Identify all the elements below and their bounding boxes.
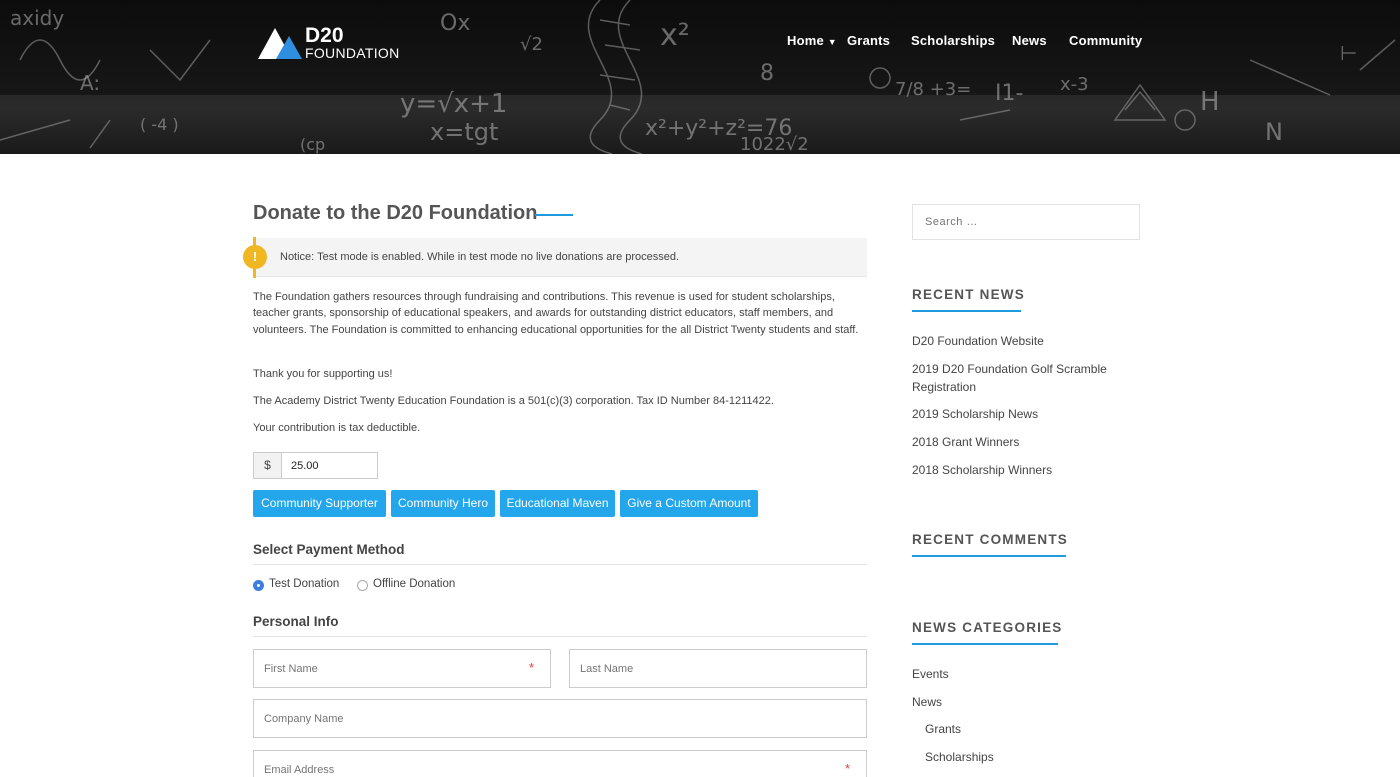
warning-icon: !: [243, 245, 267, 269]
svg-text:7/8 +3=: 7/8 +3=: [895, 79, 971, 100]
nav-home[interactable]: Home ▼: [787, 33, 837, 48]
svg-text:8: 8: [760, 61, 774, 86]
svg-text:x=tgt: x=tgt: [430, 118, 498, 146]
page-title: Donate to the D20 Foundation: [253, 202, 538, 224]
recent-news-item[interactable]: 2018 Scholarship Winners: [912, 462, 1140, 480]
radio-offline-donation-label[interactable]: Offline Donation: [373, 578, 455, 590]
intro-paragraph: The Foundation gathers resources through…: [253, 291, 859, 336]
recent-news-title: RECENT NEWS: [912, 287, 1025, 302]
level-custom-amount-button[interactable]: Give a Custom Amount: [620, 490, 758, 517]
svg-text:⊢: ⊢: [1340, 41, 1357, 65]
company-name-field[interactable]: [253, 699, 867, 738]
svg-text:x²: x²: [660, 18, 690, 53]
donation-amount-field: $: [253, 452, 378, 479]
nav-news[interactable]: News: [1012, 33, 1047, 48]
personal-info-divider: [253, 636, 867, 637]
chevron-down-icon: ▼: [827, 37, 837, 47]
last-name-field[interactable]: [569, 649, 867, 688]
email-field[interactable]: [253, 750, 867, 777]
tax-id-paragraph: The Academy District Twenty Education Fo…: [253, 395, 774, 407]
level-community-supporter-button[interactable]: Community Supporter: [253, 490, 386, 517]
recent-news-item[interactable]: 2019 Scholarship News: [912, 406, 1140, 424]
nav-grants[interactable]: Grants: [847, 33, 890, 48]
recent-comments-title: RECENT COMMENTS: [912, 532, 1068, 547]
category-news[interactable]: News: [912, 694, 1140, 712]
nav-scholarships[interactable]: Scholarships: [911, 33, 995, 48]
brand-subtitle: FOUNDATION: [305, 45, 400, 61]
radio-test-donation-label[interactable]: Test Donation: [269, 578, 339, 590]
recent-news-item[interactable]: D20 Foundation Website: [912, 333, 1140, 351]
recent-news-underline: [912, 310, 1021, 312]
email-required-mark: *: [845, 761, 851, 776]
first-name-required-mark: *: [529, 660, 535, 675]
deductible-paragraph: Your contribution is tax deductible.: [253, 422, 421, 434]
site-header: y=√x+1 x=tgt x²+y²+z²=76 1022√2 x² 8 7/8…: [0, 0, 1400, 154]
svg-text:( -4 ): ( -4 ): [140, 115, 179, 134]
recent-news-item[interactable]: 2018 Grant Winners: [912, 434, 1140, 452]
logo-triangle-icon: [258, 28, 302, 59]
notice-text: Notice: Test mode is enabled. While in t…: [280, 251, 680, 263]
category-events[interactable]: Events: [912, 666, 1140, 684]
personal-info-title: Personal Info: [253, 614, 339, 629]
category-grants[interactable]: Grants: [925, 721, 1153, 739]
currency-symbol: $: [254, 453, 282, 478]
payment-divider: [253, 564, 867, 565]
svg-text:√2: √2: [520, 34, 543, 55]
recent-comments-underline: [912, 555, 1066, 557]
donation-amount-input[interactable]: [283, 453, 377, 478]
news-categories-title: NEWS CATEGORIES: [912, 620, 1063, 635]
svg-text:axidy: axidy: [10, 6, 64, 30]
nav-home-label: Home: [787, 33, 824, 48]
svg-text:H: H: [1200, 87, 1220, 117]
svg-text:N: N: [1265, 118, 1283, 146]
news-categories-underline: [912, 643, 1058, 645]
svg-text:I1-: I1-: [995, 81, 1023, 106]
level-community-hero-button[interactable]: Community Hero: [391, 490, 495, 517]
svg-text:y=√x+1: y=√x+1: [400, 89, 507, 119]
brand-logo[interactable]: D20 FOUNDATION: [258, 24, 408, 64]
radio-offline-donation[interactable]: [357, 580, 368, 591]
radio-test-donation[interactable]: [253, 580, 264, 591]
chalkboard-background: y=√x+1 x=tgt x²+y²+z²=76 1022√2 x² 8 7/8…: [0, 0, 1396, 154]
payment-method-title: Select Payment Method: [253, 542, 405, 557]
svg-text:(cp: (cp: [300, 135, 325, 154]
recent-news-item[interactable]: 2019 D20 Foundation Golf Scramble Regist…: [912, 361, 1140, 396]
category-scholarships[interactable]: Scholarships: [925, 749, 1153, 767]
svg-text:A:: A:: [80, 71, 100, 95]
nav-community[interactable]: Community: [1069, 33, 1142, 48]
search-input[interactable]: [912, 204, 1140, 240]
svg-text:1022√2: 1022√2: [740, 134, 809, 154]
title-underline: [535, 214, 573, 216]
level-educational-maven-button[interactable]: Educational Maven: [500, 490, 615, 517]
thanks-paragraph: Thank you for supporting us!: [253, 368, 393, 380]
first-name-field[interactable]: [253, 649, 551, 688]
svg-text:Ox: Ox: [440, 11, 470, 36]
svg-text:x-3: x-3: [1060, 74, 1089, 95]
